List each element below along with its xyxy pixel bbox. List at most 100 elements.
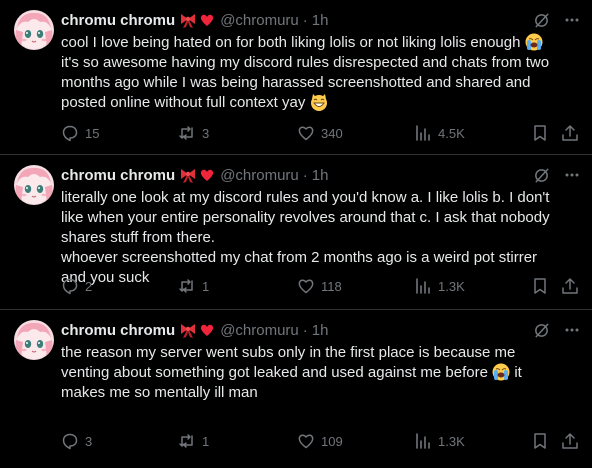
share-icon bbox=[562, 433, 578, 449]
text-line: makes me so mentally ill man bbox=[61, 384, 258, 401]
author-name[interactable]: chromu chromu bbox=[61, 12, 175, 29]
grok-icon[interactable] bbox=[533, 322, 550, 339]
share-button[interactable] bbox=[561, 432, 579, 450]
repost-count: 1 bbox=[202, 433, 210, 449]
reply-icon bbox=[62, 433, 78, 450]
separator-dot: · bbox=[302, 11, 308, 29]
like-count: 118 bbox=[321, 278, 342, 294]
ribbon-emoji-icon bbox=[181, 169, 196, 183]
views-icon bbox=[416, 433, 430, 449]
avatar[interactable] bbox=[14, 165, 54, 205]
reply-icon bbox=[62, 125, 78, 142]
tweet-header: chromu chromu @chromuru · 1h bbox=[61, 11, 580, 29]
tweet-header: chromu chromu @chromuru · 1h bbox=[61, 321, 580, 339]
loudly-crying-emoji-icon bbox=[524, 33, 543, 51]
text-line: cool I love being hated on for both liki… bbox=[61, 34, 521, 51]
view-count: 1.3K bbox=[438, 278, 465, 294]
more-options-icon[interactable] bbox=[564, 167, 580, 183]
text-line-tail: it bbox=[514, 364, 522, 381]
text-line: it's so awesome having my discord rules … bbox=[61, 54, 550, 71]
like-button[interactable]: 340 bbox=[297, 124, 343, 142]
repost-button[interactable]: 1 bbox=[178, 432, 209, 450]
share-button[interactable] bbox=[561, 277, 579, 295]
share-button[interactable] bbox=[561, 124, 579, 142]
bookmark-icon bbox=[534, 125, 546, 141]
author-handle[interactable]: @chromuru bbox=[220, 322, 299, 339]
heart-icon bbox=[298, 126, 314, 141]
text-line: literally one look at my discord rules a… bbox=[61, 189, 550, 206]
repost-button[interactable]: 3 bbox=[178, 124, 209, 142]
share-icon bbox=[562, 278, 578, 294]
text-line: shares stuff from there. bbox=[61, 229, 215, 246]
tweet-text: cool I love being hated on for both liki… bbox=[61, 33, 578, 113]
avatar[interactable] bbox=[14, 10, 54, 50]
views-button[interactable]: 1.3K bbox=[414, 432, 465, 450]
reply-count: 3 bbox=[85, 433, 93, 449]
heart-icon bbox=[298, 434, 314, 449]
heart-emoji-icon bbox=[201, 169, 214, 181]
bookmark-button[interactable] bbox=[531, 124, 549, 142]
tweet-text: literally one look at my discord rules a… bbox=[61, 188, 578, 288]
tweet-2[interactable]: chromu chromu @chromuru · 1h literally o… bbox=[0, 155, 592, 310]
grok-icon[interactable] bbox=[533, 167, 550, 184]
text-line: months ago while I was being harassed sc… bbox=[61, 74, 531, 91]
ribbon-emoji-icon bbox=[181, 14, 196, 28]
heart-icon bbox=[298, 279, 314, 294]
separator-dot: · bbox=[302, 321, 308, 339]
tweet-header: chromu chromu @chromuru · 1h bbox=[61, 166, 580, 184]
repost-icon bbox=[179, 126, 193, 140]
repost-count: 3 bbox=[202, 125, 210, 141]
reply-button[interactable]: 2 bbox=[61, 277, 92, 295]
author-name[interactable]: chromu chromu bbox=[61, 322, 175, 339]
like-button[interactable]: 109 bbox=[297, 432, 343, 450]
tweet-3[interactable]: chromu chromu @chromuru · 1h the reason … bbox=[0, 310, 592, 466]
more-options-icon[interactable] bbox=[564, 322, 580, 338]
like-count: 340 bbox=[321, 125, 343, 141]
loudly-crying-emoji-icon bbox=[492, 363, 511, 381]
text-line: like when your entire personality revolv… bbox=[61, 209, 550, 226]
ribbon-emoji-icon bbox=[181, 324, 196, 338]
author-handle[interactable]: @chromuru bbox=[220, 167, 299, 184]
timestamp[interactable]: 1h bbox=[312, 167, 329, 184]
author-handle[interactable]: @chromuru bbox=[220, 12, 299, 29]
text-line: the reason my server went subs only in t… bbox=[61, 344, 516, 361]
views-icon bbox=[416, 278, 430, 294]
reply-icon bbox=[62, 278, 78, 295]
reply-button[interactable]: 3 bbox=[61, 432, 92, 450]
timestamp[interactable]: 1h bbox=[312, 12, 329, 29]
heart-emoji-icon bbox=[201, 324, 214, 336]
like-button[interactable]: 118 bbox=[297, 277, 342, 295]
bookmark-icon bbox=[534, 278, 546, 294]
repost-button[interactable]: 1 bbox=[178, 277, 209, 295]
bookmark-icon bbox=[534, 433, 546, 449]
text-line: posted online without full context yay bbox=[61, 94, 306, 111]
author-name[interactable]: chromu chromu bbox=[61, 167, 175, 184]
separator-dot: · bbox=[302, 166, 308, 184]
reply-count: 15 bbox=[85, 125, 100, 141]
views-button[interactable]: 1.3K bbox=[414, 277, 465, 295]
view-count: 1.3K bbox=[438, 433, 465, 449]
timestamp[interactable]: 1h bbox=[312, 322, 329, 339]
avatar[interactable] bbox=[14, 320, 54, 360]
views-button[interactable]: 4.5K bbox=[414, 124, 465, 142]
action-bar: 2 1 118 1.3K bbox=[61, 275, 582, 297]
grok-icon[interactable] bbox=[533, 12, 550, 29]
share-icon bbox=[562, 125, 578, 141]
like-count: 109 bbox=[321, 433, 343, 449]
bookmark-button[interactable] bbox=[531, 432, 549, 450]
views-icon bbox=[416, 125, 430, 141]
reply-count: 2 bbox=[85, 278, 93, 294]
text-line: venting about something got leaked and u… bbox=[61, 364, 488, 381]
heart-emoji-icon bbox=[201, 14, 214, 26]
more-options-icon[interactable] bbox=[564, 12, 580, 28]
grinning-cat-emoji-icon bbox=[309, 93, 328, 111]
text-line: whoever screenshotted my chat from 2 mon… bbox=[61, 249, 538, 266]
repost-count: 1 bbox=[202, 278, 210, 294]
view-count: 4.5K bbox=[438, 125, 465, 141]
tweet-1[interactable]: chromu chromu @chromuru · 1h cool I love… bbox=[0, 0, 592, 155]
action-bar: 15 3 340 4.5K bbox=[61, 122, 582, 144]
action-bar: 3 1 109 1.3K bbox=[61, 430, 582, 452]
bookmark-button[interactable] bbox=[531, 277, 549, 295]
tweet-text: the reason my server went subs only in t… bbox=[61, 343, 578, 403]
reply-button[interactable]: 15 bbox=[61, 124, 99, 142]
